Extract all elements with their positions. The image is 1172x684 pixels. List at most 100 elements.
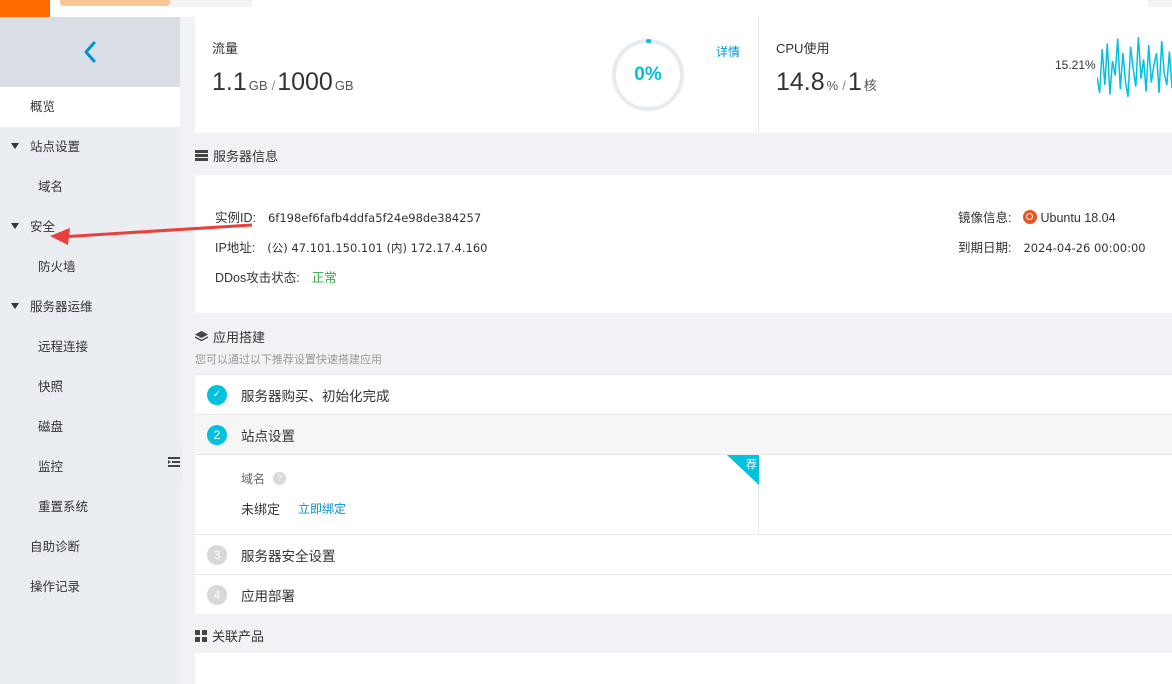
traffic-value: 1.1 GB/1000 GB [212, 68, 356, 97]
step-label: 应用部署 [241, 588, 295, 604]
check-icon: ✓ [207, 384, 227, 405]
sidebar-item-label: 远程连接 [38, 340, 89, 354]
cpu-value: 14.8%/1 核 [776, 68, 879, 97]
cpu-usage: 14.8 [776, 68, 825, 96]
server-icon [195, 150, 208, 161]
menu-collapse-icon [167, 457, 180, 467]
cpu-sparkline [1097, 36, 1172, 98]
caret-down-icon [11, 223, 19, 229]
app-setup-subtitle: 您可以通过以下推荐设置快速搭建应用 [195, 354, 382, 366]
step-server-purchased[interactable]: ✓ 服务器购买、初始化完成 [195, 374, 1172, 414]
domain-label: 域名 [241, 472, 266, 486]
traffic-total-unit: GB [334, 78, 354, 93]
server-info-card: 实例ID: 6f198ef6fafb4ddfa5f24e98de384257 IP… [195, 175, 1172, 313]
cpu-current-percent: 15.21% [1055, 58, 1096, 72]
caret-down-icon [11, 143, 19, 149]
traffic-details-link[interactable]: 详情 [716, 43, 740, 60]
bind-domain-link[interactable]: 立即绑定 [298, 500, 346, 517]
recommend-badge: 荐 [727, 455, 759, 485]
step-site-settings[interactable]: 2 站点设置 [195, 414, 1172, 454]
sidebar-item-label: 自助诊断 [30, 540, 81, 554]
sidebar-item-label: 快照 [38, 380, 64, 394]
sidebar-item-label: 监控 [38, 460, 64, 474]
cpu-cores-unit: 核 [863, 78, 877, 93]
site-settings-panel: 域名 ? 未绑定 立即绑定 荐 [195, 454, 1172, 535]
ip-value: (公) 47.101.150.101 (内) 172.17.4.160 [267, 241, 488, 255]
server-info-heading: 服务器信息 [195, 146, 278, 165]
expire-label: 到期日期: [958, 241, 1012, 255]
step-number: 2 [207, 424, 227, 445]
ddos-label: DDos攻击状态: [215, 271, 300, 285]
step-number: 4 [207, 584, 227, 605]
layers-icon [195, 331, 208, 342]
domain-status: 未绑定 [241, 502, 281, 517]
ddos-status: 正常 [311, 271, 337, 285]
grid-icon [195, 629, 207, 642]
domain-field-label: 域名 ? [241, 470, 287, 487]
top-bar [0, 0, 1172, 17]
sidebar-item-label: 重置系统 [38, 500, 89, 514]
cpu-label: CPU使用 [776, 41, 830, 56]
sidebar-item-label: 服务器运维 [30, 300, 93, 314]
step-app-deploy[interactable]: 4 应用部署 [195, 574, 1172, 614]
sidebar-item-remote-connect[interactable]: 远程连接 [0, 327, 180, 367]
cpu-cores: 1 [847, 68, 862, 96]
traffic-percent: 0% [634, 64, 662, 85]
step-server-security[interactable]: 3 服务器安全设置 [195, 534, 1172, 574]
cpu-sparkline-series [1097, 36, 1172, 98]
sidebar-item-operation-log[interactable]: 操作记录 [0, 567, 180, 607]
stats-card: 流量 1.1 GB/1000 GB 0% 详情 CPU使用 14.8%/1 核 15.… [195, 17, 1172, 133]
expire-row: 到期日期: 2024-04-26 00:00:00 [958, 237, 1146, 256]
caret-down-icon [11, 303, 19, 309]
annotation-arrow-icon [50, 223, 253, 245]
chevron-left-icon [84, 41, 96, 63]
sidebar-group-site-settings[interactable]: 站点设置 [0, 127, 180, 167]
sidebar-item-label: 概览 [30, 100, 56, 114]
sidebar-collapse-handle[interactable] [165, 443, 182, 481]
image-row: 镜像信息: Ubuntu 18.04 [958, 207, 1116, 226]
recommend-badge-text: 荐 [746, 459, 757, 471]
top-tab-fragment[interactable] [170, 0, 252, 7]
cpu-separator: / [842, 78, 846, 93]
step-number: 3 [207, 544, 227, 565]
traffic-label: 流量 [212, 41, 239, 56]
sidebar-item-label: 操作记录 [30, 580, 81, 594]
app-setup-title: 应用搭建 [213, 330, 266, 345]
instance-id-value: 6f198ef6fafb4ddfa5f24e98de384257 [267, 211, 482, 225]
ddos-row: DDos攻击状态: 正常 [215, 267, 337, 286]
console-logo[interactable] [0, 0, 50, 17]
cpu-usage-unit: % [826, 78, 839, 93]
sidebar-group-server-ops[interactable]: 服务器运维 [0, 287, 180, 327]
sidebar-item-disk[interactable]: 磁盘 [0, 407, 180, 447]
image-value: Ubuntu 18.04 [1023, 210, 1116, 225]
brand-title-fragment [60, 0, 170, 6]
back-button[interactable] [0, 17, 180, 87]
sidebar-item-reset-system[interactable]: 重置系统 [0, 487, 180, 527]
expire-value: 2024-04-26 00:00:00 [1023, 241, 1146, 255]
help-icon[interactable]: ? [273, 472, 287, 485]
sidebar-item-monitor[interactable]: 监控 [0, 447, 180, 487]
step-label: 服务器安全设置 [241, 548, 336, 564]
sidebar-item-domain[interactable]: 域名 [0, 167, 180, 207]
related-products-heading: 关联产品 [195, 626, 264, 645]
stats-divider [758, 17, 759, 133]
step-label: 站点设置 [241, 428, 295, 444]
image-name: Ubuntu 18.04 [1040, 211, 1116, 225]
ubuntu-logo-icon [1023, 210, 1038, 224]
image-label: 镜像信息: [958, 211, 1012, 225]
traffic-total: 1000 [277, 68, 333, 96]
server-info-title: 服务器信息 [213, 149, 279, 164]
sidebar-item-overview[interactable]: 概览 [0, 87, 180, 127]
sidebar-item-self-diagnosis[interactable]: 自助诊断 [0, 527, 180, 567]
traffic-separator: / [271, 78, 276, 93]
ip-row: IP地址: (公) 47.101.150.101 (内) 172.17.4.160 [215, 237, 487, 256]
sidebar-item-label: 磁盘 [38, 420, 64, 434]
sidebar: 概览 站点设置 域名 安全 防火墙 服务器运维 远程连接 快照 磁盘 监控 重置… [0, 17, 180, 684]
sidebar-item-snapshot[interactable]: 快照 [0, 367, 180, 407]
traffic-used-unit: GB [248, 78, 268, 93]
sidebar-item-firewall[interactable]: 防火墙 [0, 247, 180, 287]
step-label: 服务器购买、初始化完成 [241, 388, 390, 404]
sidebar-item-label: 防火墙 [38, 260, 76, 274]
top-right-fragment[interactable] [1148, 0, 1172, 7]
traffic-used: 1.1 [212, 68, 247, 96]
